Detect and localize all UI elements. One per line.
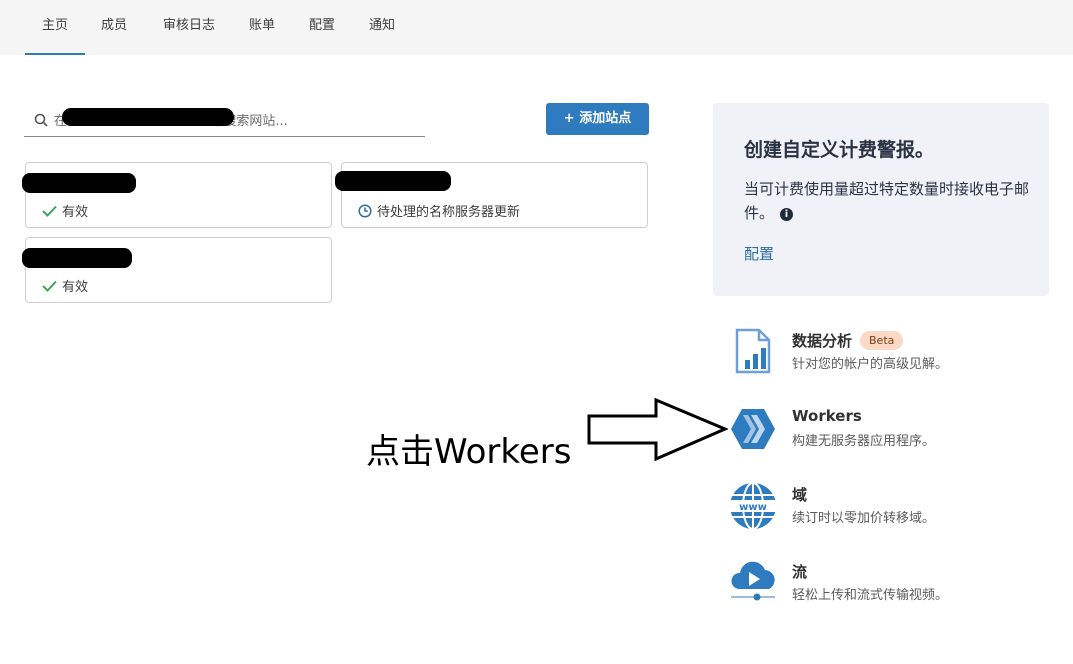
site-status: 待处理的名称服务器更新: [358, 201, 520, 220]
product-description: 构建无服务器应用程序。: [792, 434, 936, 449]
tab-home[interactable]: 主页: [25, 0, 85, 55]
product-description: 轻松上传和流式传输视频。: [792, 588, 949, 603]
add-site-button[interactable]: + 添加站点: [546, 103, 649, 135]
clock-icon: [358, 203, 372, 218]
site-status: 有效: [42, 276, 88, 295]
redaction-mark: [62, 108, 234, 126]
arrow-right-icon: [587, 398, 728, 462]
product-name: 数据分析 Beta: [792, 330, 904, 351]
product-stream[interactable]: 流 轻松上传和流式传输视频。: [727, 557, 1047, 609]
tab-configuration[interactable]: 配置: [298, 0, 346, 55]
site-status: 有效: [42, 201, 88, 220]
workers-icon: [731, 409, 775, 449]
product-description: 续订时以零加价转移域。: [792, 511, 936, 526]
tab-billing[interactable]: 账单: [238, 0, 286, 55]
product-name-text: 数据分析: [792, 332, 853, 350]
site-card[interactable]: 有效: [25, 237, 332, 303]
site-status-label: 有效: [62, 280, 89, 295]
product-name: 流: [792, 563, 808, 581]
globe-www-icon: www: [729, 482, 777, 530]
configure-link[interactable]: 配置: [744, 243, 774, 264]
check-icon: [42, 280, 57, 292]
check-icon: [42, 205, 57, 217]
alert-body: 当可计费使用量超过特定数量时接收电子邮件。 i: [744, 177, 1034, 225]
product-analytics[interactable]: 数据分析 Beta 针对您的帐户的高级见解。: [727, 326, 1047, 378]
beta-badge: Beta: [860, 331, 904, 350]
site-status-label: 有效: [62, 205, 89, 220]
tab-members[interactable]: 成员: [90, 0, 138, 55]
product-description: 针对您的帐户的高级见解。: [792, 357, 949, 372]
billing-alert-panel: 创建自定义计费警报。 当可计费使用量超过特定数量时接收电子邮件。 i 配置: [713, 103, 1049, 296]
annotation-text: 点击Workers: [366, 432, 572, 472]
search-icon: [34, 113, 48, 127]
product-name: Workers: [792, 407, 862, 425]
product-name: 域: [792, 486, 808, 504]
alert-title: 创建自定义计费警报。: [744, 139, 935, 161]
redaction-mark: [22, 173, 136, 193]
redaction-mark: [335, 171, 451, 191]
analytics-icon: [735, 328, 771, 374]
info-icon[interactable]: i: [780, 208, 794, 221]
tab-notifications[interactable]: 通知: [358, 0, 406, 55]
redaction-mark: [22, 248, 132, 268]
tab-audit-log[interactable]: 审核日志: [155, 0, 223, 55]
stream-cloud-icon: [731, 561, 775, 601]
product-domains[interactable]: www 域 续订时以零加价转移域。: [727, 480, 1047, 532]
site-status-label: 待处理的名称服务器更新: [377, 205, 521, 220]
top-nav: 主页 成员 审核日志 账单 配置 通知: [0, 0, 1073, 55]
product-workers[interactable]: Workers 构建无服务器应用程序。: [727, 403, 1047, 455]
svg-text:www: www: [739, 502, 767, 513]
site-card[interactable]: 有效: [25, 162, 332, 228]
